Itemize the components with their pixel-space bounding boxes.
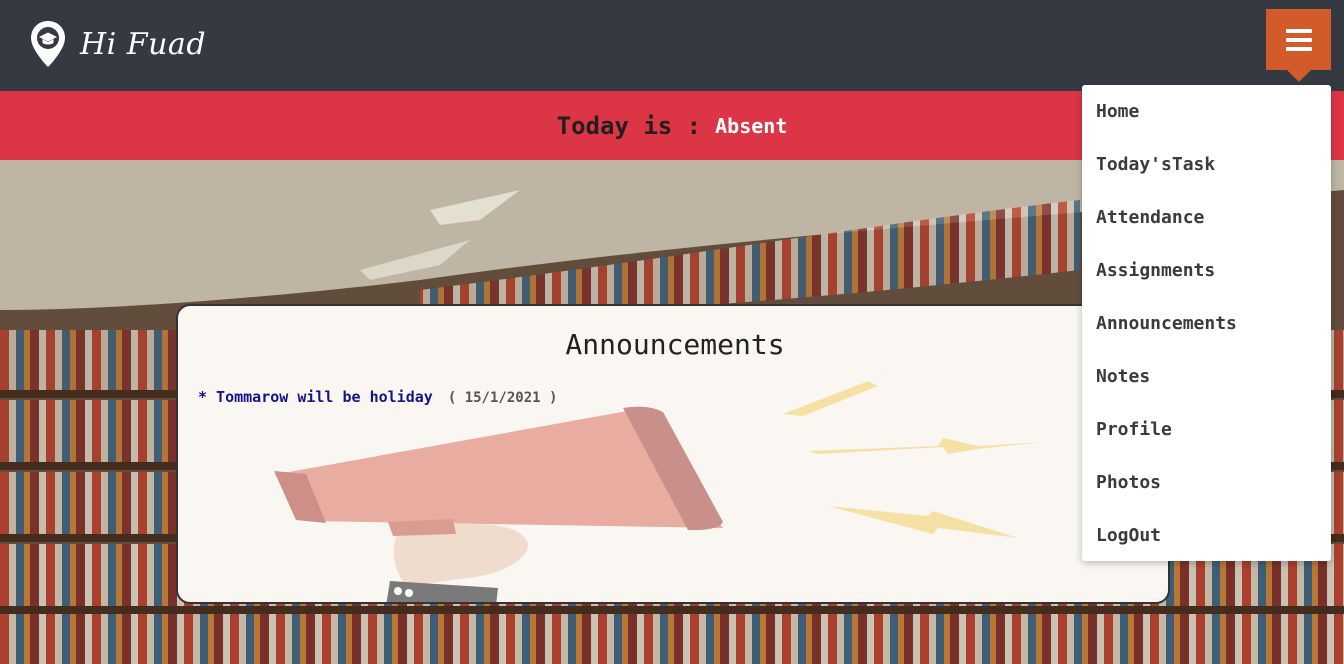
brand-name: Hi Fuad [80, 26, 207, 62]
menu-item-todays-task[interactable]: Today'sTask [1096, 154, 1215, 175]
menu-item-home[interactable]: Home [1096, 101, 1139, 122]
menu-item-profile[interactable]: Profile [1096, 419, 1172, 440]
brand[interactable]: Hi Fuad [30, 20, 206, 68]
announcements-title: Announcements [565, 328, 785, 361]
announcement-date: ( 15/1/2021 ) [447, 390, 558, 406]
hamburger-icon [1285, 28, 1312, 51]
menu-caret [1287, 70, 1311, 82]
announcements-card: Announcements * Tommarow will be holiday… [176, 304, 1170, 604]
menu-item-photos[interactable]: Photos [1096, 472, 1161, 493]
top-navbar: Hi Fuad [0, 0, 1344, 91]
menu-item-notes[interactable]: Notes [1096, 366, 1150, 387]
menu-item-attendance[interactable]: Attendance [1096, 207, 1204, 228]
nav-dropdown-menu: Home Today'sTask Attendance Assignments … [1082, 85, 1331, 561]
attendance-status: Absent [715, 113, 788, 138]
graduation-cap-pin-icon [31, 21, 65, 67]
banner-label: Today is : [556, 111, 702, 140]
announcement-item: * Tommarow will be holiday ( 15/1/2021 ) [198, 388, 557, 406]
menu-toggle-button[interactable] [1266, 9, 1331, 70]
menu-item-assignments[interactable]: Assignments [1096, 260, 1215, 281]
menu-item-logout[interactable]: LogOut [1096, 525, 1161, 546]
announcement-text: * Tommarow will be holiday [198, 388, 433, 406]
menu-item-announcements[interactable]: Announcements [1096, 313, 1237, 334]
